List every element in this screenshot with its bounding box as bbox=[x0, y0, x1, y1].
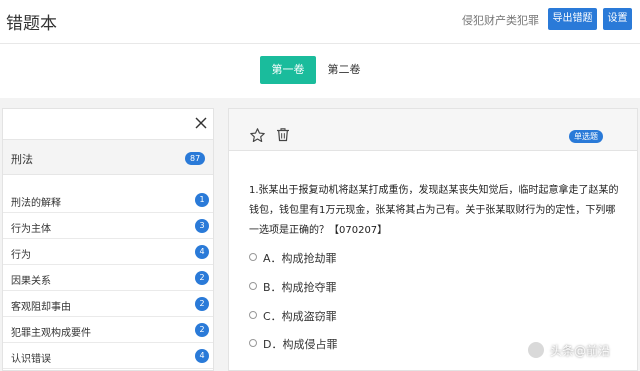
option-b[interactable]: B．构成抢夺罪 bbox=[249, 278, 549, 294]
question-toolbar: 单选题 bbox=[229, 109, 637, 151]
sidebar-item-label: 犯罪主观构成要件 bbox=[11, 328, 91, 339]
sidebar-item[interactable]: 刑法的解释 1 bbox=[3, 187, 213, 213]
radio-button[interactable] bbox=[249, 311, 257, 319]
watermark-logo-icon bbox=[526, 340, 546, 360]
option-c[interactable]: C．构成盗窃罪 bbox=[249, 307, 549, 323]
sidebar-item-label: 认识错误 bbox=[11, 354, 51, 365]
export-mistakes-button[interactable]: 导出错题 bbox=[548, 8, 597, 30]
count-badge: 2 bbox=[195, 323, 209, 337]
sidebar-item[interactable]: 客观阻却事由 2 bbox=[3, 291, 213, 317]
count-badge: 4 bbox=[195, 245, 209, 259]
option-label: B．构成抢夺罪 bbox=[263, 281, 337, 294]
count-badge: 3 bbox=[195, 219, 209, 233]
sidebar-item-label: 刑法的解释 bbox=[11, 198, 61, 209]
sidebar-item-label: 行为主体 bbox=[11, 224, 51, 235]
page-title: 错题本 bbox=[6, 14, 57, 34]
option-a[interactable]: A．构成抢劫罪 bbox=[249, 249, 549, 265]
sidebar-item[interactable]: 行为主体 3 bbox=[3, 213, 213, 239]
close-icon[interactable] bbox=[193, 115, 209, 131]
radio-button[interactable] bbox=[249, 339, 257, 347]
sidebar-item-label: 客观阻却事由 bbox=[11, 302, 71, 313]
tab-volume-2[interactable]: 第二卷 bbox=[322, 56, 366, 84]
app-header: 错题本 侵犯财产类犯罪 导出错题 设置 bbox=[0, 0, 640, 44]
sidebar-item[interactable]: 因果关系 2 bbox=[3, 265, 213, 291]
question-panel: 单选题 1.张某出于报复动机将赵某打成重伤，发现赵某丧失知觉后，临时起意拿走了赵… bbox=[228, 108, 638, 371]
count-badge: 4 bbox=[195, 349, 209, 363]
question-type-badge: 单选题 bbox=[569, 130, 603, 143]
sidebar-item-label: 行为 bbox=[11, 250, 31, 261]
current-category: 侵犯财产类犯罪 bbox=[462, 14, 539, 27]
question-text: 1.张某出于报复动机将赵某打成重伤，发现赵某丧失知觉后，临时起意拿走了赵某的钱包… bbox=[249, 185, 619, 236]
count-badge: 1 bbox=[195, 193, 209, 207]
watermark: 头条@前沿 bbox=[500, 336, 638, 371]
sidebar-item[interactable]: 行为 4 bbox=[3, 239, 213, 265]
count-badge: 2 bbox=[195, 297, 209, 311]
watermark-text: 头条@前沿 bbox=[550, 344, 611, 358]
option-label: D．构成侵占罪 bbox=[263, 338, 338, 351]
count-badge: 2 bbox=[195, 271, 209, 285]
tab-volume-1[interactable]: 第一卷 bbox=[260, 56, 316, 84]
sidebar-category-label: 刑法 bbox=[11, 153, 33, 166]
sidebar-item[interactable]: 犯罪主观构成要件 2 bbox=[3, 317, 213, 343]
sidebar-category-criminal-law[interactable]: 刑法 87 bbox=[3, 139, 213, 175]
topic-sidebar: 刑法 87 刑法的解释 1 行为主体 3 行为 4 因果关系 2 客观阻却事由 … bbox=[2, 108, 214, 371]
sidebar-item[interactable]: 认识错误 4 bbox=[3, 343, 213, 369]
option-label: C．构成盗窃罪 bbox=[263, 310, 337, 323]
radio-button[interactable] bbox=[249, 253, 257, 261]
option-label: A．构成抢劫罪 bbox=[263, 252, 337, 265]
category-count-badge: 87 bbox=[185, 152, 206, 165]
settings-button[interactable]: 设置 bbox=[603, 8, 632, 30]
trash-icon[interactable] bbox=[275, 126, 291, 143]
star-icon[interactable] bbox=[249, 127, 266, 144]
sidebar-item-label: 因果关系 bbox=[11, 276, 51, 287]
radio-button[interactable] bbox=[249, 282, 257, 290]
